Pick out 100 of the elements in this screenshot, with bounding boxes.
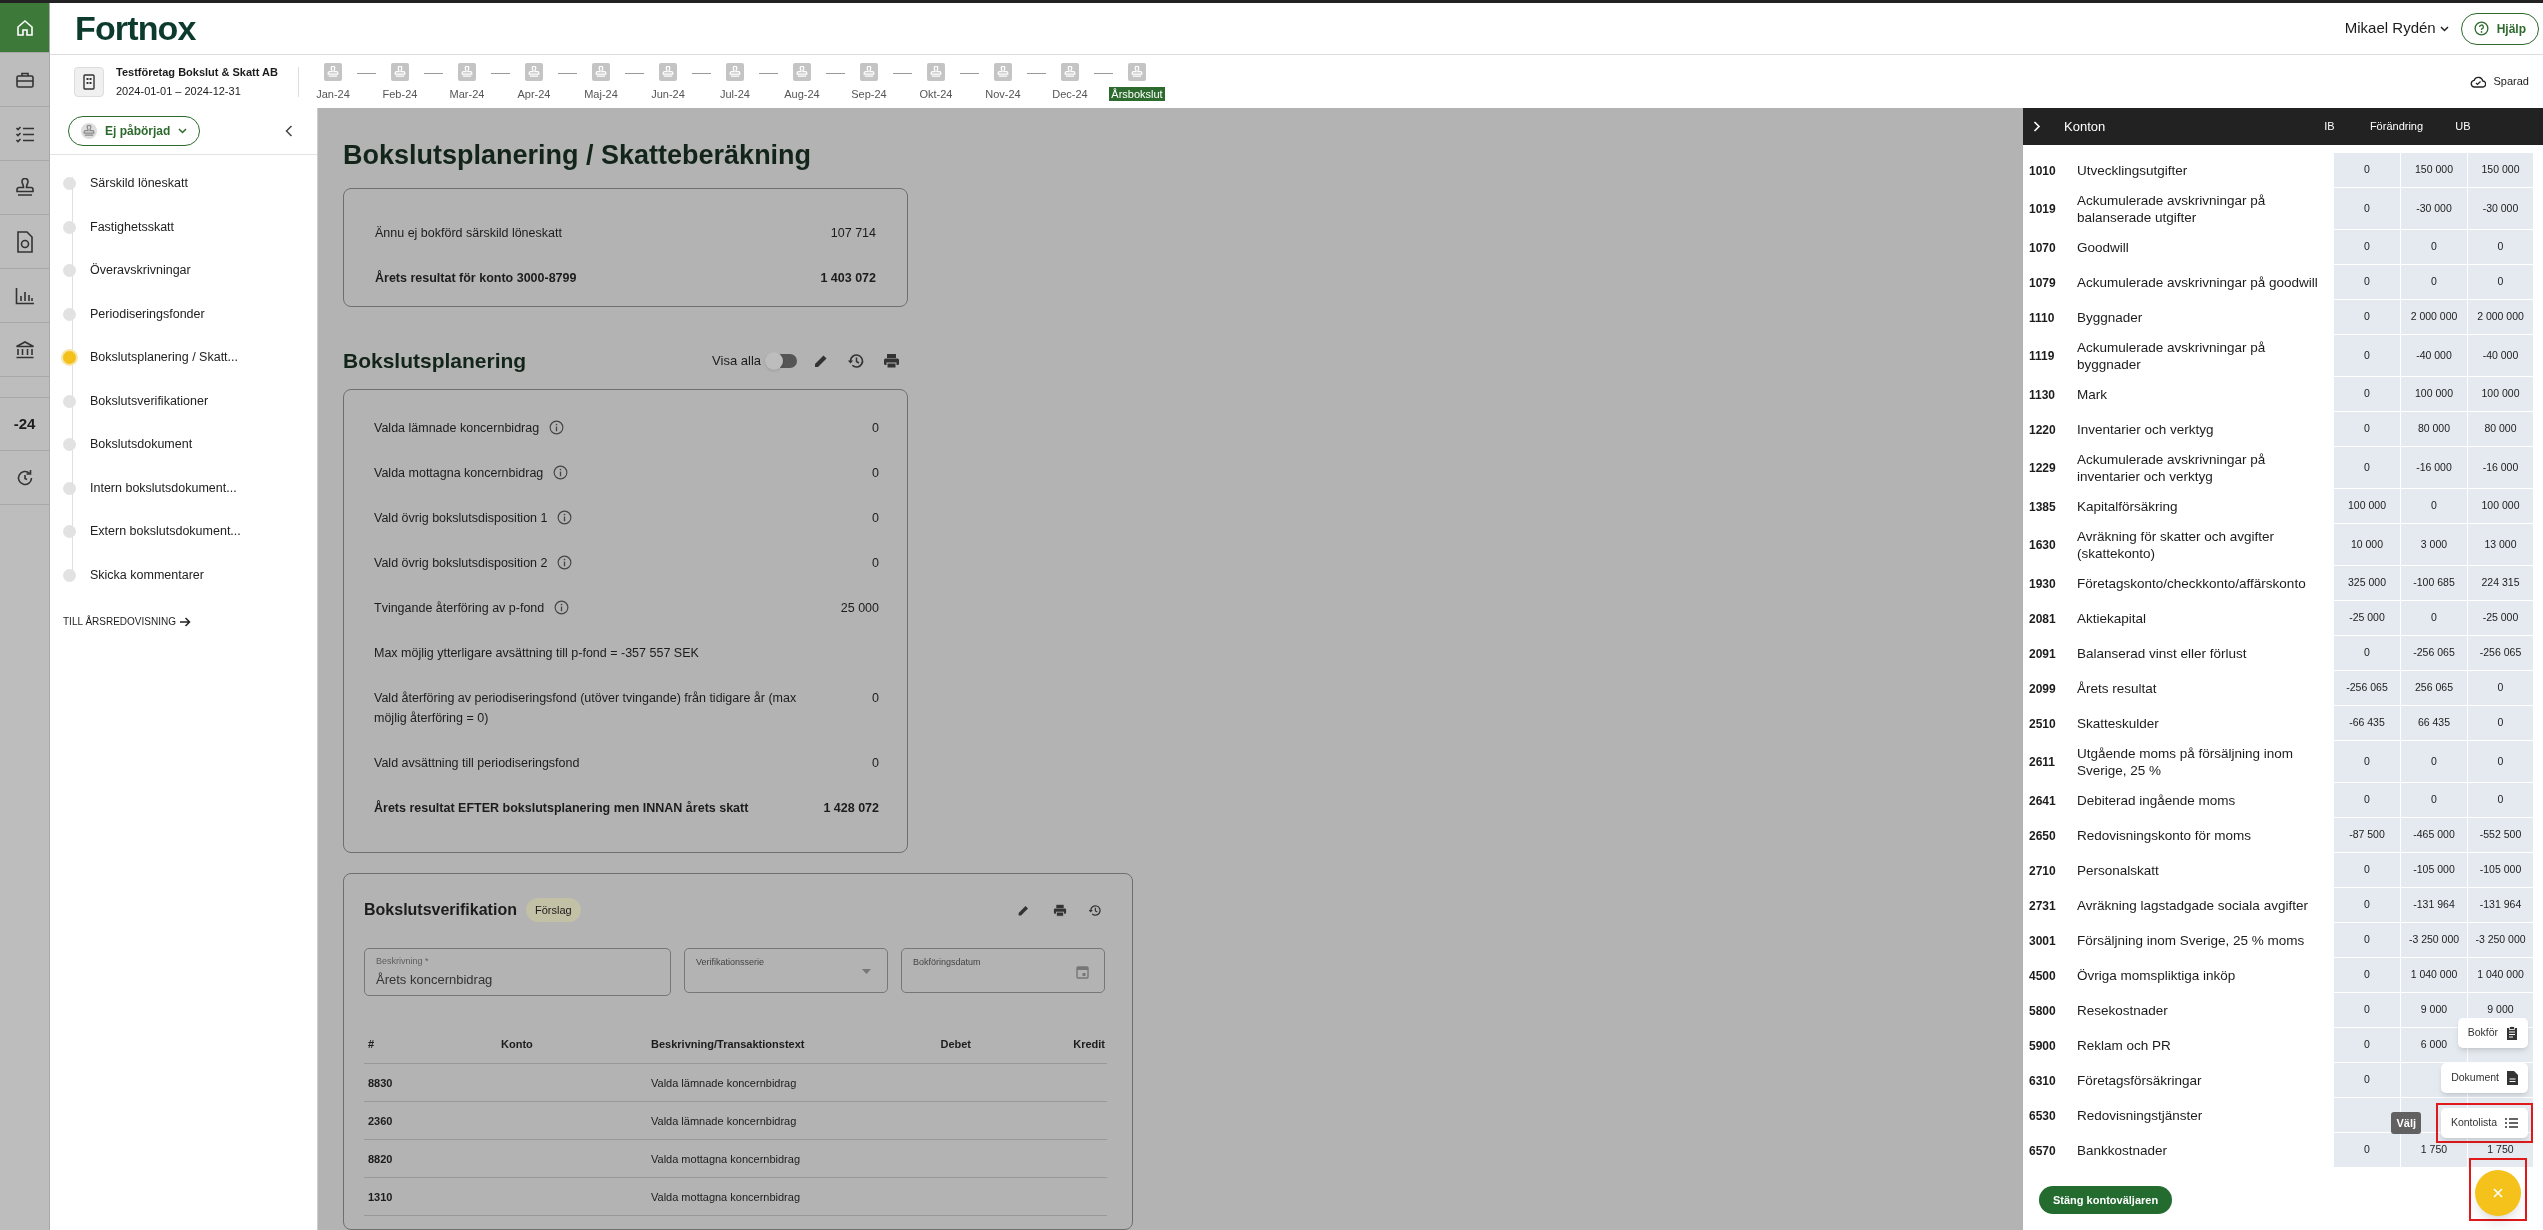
period-tab[interactable]: Aug-24 <box>782 86 822 101</box>
info-icon[interactable] <box>557 555 573 571</box>
table-cell: -40 000 <box>2467 335 2533 377</box>
info-icon[interactable] <box>554 600 570 616</box>
table-cell: 0 <box>2333 412 2400 447</box>
step-link[interactable]: Särskild löneskatt <box>90 174 188 194</box>
table-cell: 2 000 000 <box>2400 300 2467 335</box>
row-value: 0 <box>872 754 879 772</box>
collapse-icon[interactable] <box>285 125 293 137</box>
table-cell-text: Valda lämnade koncernbidrag <box>651 1075 798 1091</box>
account-number: 2641 <box>2028 792 2057 810</box>
table-cell: -256 065 <box>2400 636 2467 671</box>
step-link[interactable]: Bokslutsverifikationer <box>90 391 209 411</box>
period-tab[interactable]: Jan-24 <box>314 86 352 101</box>
period-shortcut[interactable]: -24 <box>0 397 49 451</box>
period-tab[interactable]: Jun-24 <box>649 86 687 101</box>
step-link[interactable]: Fastighetsskatt <box>90 217 175 237</box>
period-tab[interactable]: Jul-24 <box>718 86 752 101</box>
series-dropdown[interactable]: Verifikationsserie <box>684 948 888 994</box>
account-number: 6570 <box>2028 1142 2057 1160</box>
row-label: Vald övrig bokslutsdisposition 2 <box>374 554 548 572</box>
period-tab[interactable]: Mar-24 <box>447 86 487 101</box>
table-cell: 0 <box>2333 447 2400 489</box>
table-cell: 0 <box>2333 230 2400 265</box>
account-name: Ackumulerade avskrivningar på inventarier och verktyg <box>2077 451 2267 485</box>
table-cell: 0 <box>2400 265 2467 300</box>
step-link[interactable]: Bokslutsplanering / Skatt... <box>90 348 238 368</box>
expand-icon[interactable] <box>2033 121 2041 132</box>
period-tab[interactable]: Sep-24 <box>849 86 889 101</box>
table-cell: 1 040 000 <box>2400 958 2467 993</box>
step-link[interactable]: Bokslutsdokument <box>90 435 193 455</box>
show-all-toggle[interactable] <box>767 354 797 369</box>
edit-icon[interactable] <box>813 353 829 370</box>
step-link[interactable]: Skicka kommentarer <box>90 565 204 585</box>
account-number: 1220 <box>2028 421 2057 439</box>
period-tab[interactable]: Maj-24 <box>582 86 620 101</box>
table-cell-text: Valda mottagna koncernbidrag <box>651 1151 801 1167</box>
print-icon[interactable] <box>883 353 900 370</box>
date-field[interactable]: Bokföringsdatum <box>901 948 1105 994</box>
period-tab[interactable]: Feb-24 <box>380 86 420 101</box>
period-tab[interactable]: Apr-24 <box>515 86 553 101</box>
info-icon[interactable] <box>549 420 565 436</box>
history-icon[interactable] <box>847 353 865 370</box>
caret-icon <box>2439 25 2449 32</box>
step-link[interactable]: Överavskrivningar <box>90 261 191 281</box>
print-icon[interactable] <box>1053 903 1067 917</box>
account-name: Bankkostnader <box>2077 1142 2168 1159</box>
table-cell: -3 250 000 <box>2467 923 2533 958</box>
table-cell: 9 000 <box>2400 993 2467 1028</box>
row-label: Max möjlig ytterligare avsättning till p-fond = -357 557 SEK <box>374 644 699 662</box>
table-cell: 10 000 <box>2333 524 2400 566</box>
period-tab[interactable]: Dec-24 <box>1050 86 1090 101</box>
table-cell: 0 <box>2333 335 2400 377</box>
period-tab[interactable]: Nov-24 <box>983 86 1023 101</box>
table-cell: -256 065 <box>2467 636 2533 671</box>
annual-report-link[interactable]: TILL ÅRSREDOVISNING <box>63 614 191 629</box>
row-label: Vald övrig bokslutsdisposition 1 <box>374 509 548 527</box>
description-field[interactable]: Beskrivning * Årets koncernbidrag <box>364 948 671 997</box>
account-number: 5800 <box>2028 1002 2057 1020</box>
table-cell: 6 000 <box>2400 1028 2467 1063</box>
menu-button[interactable]: Bokför <box>2457 1018 2528 1048</box>
stamp-icon <box>14 177 35 198</box>
step-link[interactable]: Periodiseringsfonder <box>90 304 205 324</box>
edit-icon[interactable] <box>1017 903 1030 917</box>
refresh-icon <box>15 468 34 487</box>
account-name: Avräkning för skatter och avgifter (skattekonto) <box>2077 528 2276 562</box>
table-cell: 3 000 <box>2400 524 2467 566</box>
menu-button[interactable]: Dokument <box>2441 1063 2528 1093</box>
column-header: Förändring <box>2368 119 2425 135</box>
history-icon[interactable] <box>1088 903 1102 917</box>
table-cell: 0 <box>2333 1063 2400 1098</box>
info-icon[interactable] <box>557 510 573 526</box>
table-cell: 0 <box>2333 853 2400 888</box>
table-cell: 1 040 000 <box>2467 958 2533 993</box>
stamp-icon <box>658 62 677 81</box>
table-cell: 0 <box>2333 923 2400 958</box>
home-nav-item[interactable] <box>0 3 49 53</box>
table-cell: 100 000 <box>2400 377 2467 412</box>
info-icon[interactable] <box>553 465 569 481</box>
account-number: 3001 <box>2028 932 2057 950</box>
account-number: 2650 <box>2028 827 2057 845</box>
account-number: 1119 <box>2028 348 2056 365</box>
period-tab[interactable]: Okt-24 <box>917 86 955 101</box>
stamp-icon <box>1060 62 1079 81</box>
user-menu[interactable]: Mikael Rydén <box>2344 17 2449 40</box>
account-number: 1630 <box>2028 537 2057 554</box>
account-name: Företagskonto/checkkonto/affärskonto <box>2077 575 2306 592</box>
stamp-icon <box>725 62 744 81</box>
close-picker-button[interactable]: Stäng kontoväljaren <box>2039 1186 2173 1214</box>
account-name: Skatteskulder <box>2077 715 2159 732</box>
step-link[interactable]: Extern bokslutsdokument... <box>90 522 241 542</box>
summary-label: Ännu ej bokförd särskild löneskatt <box>375 225 562 242</box>
column-header: Konton <box>2064 117 2107 136</box>
table-cell: 0 <box>2400 601 2467 636</box>
step-link[interactable]: Intern bokslutsdokument... <box>90 478 237 498</box>
period-tab[interactable]: Årsbokslut <box>1109 86 1165 101</box>
account-name: Utvecklingsutgifter <box>2077 162 2188 179</box>
menu-button[interactable]: Kontolista <box>2440 1108 2528 1138</box>
company-name: Testföretag Bokslut & Skatt AB <box>116 64 278 80</box>
account-name: Ackumulerade avskrivningar på balanserade utgifter <box>2077 192 2267 226</box>
